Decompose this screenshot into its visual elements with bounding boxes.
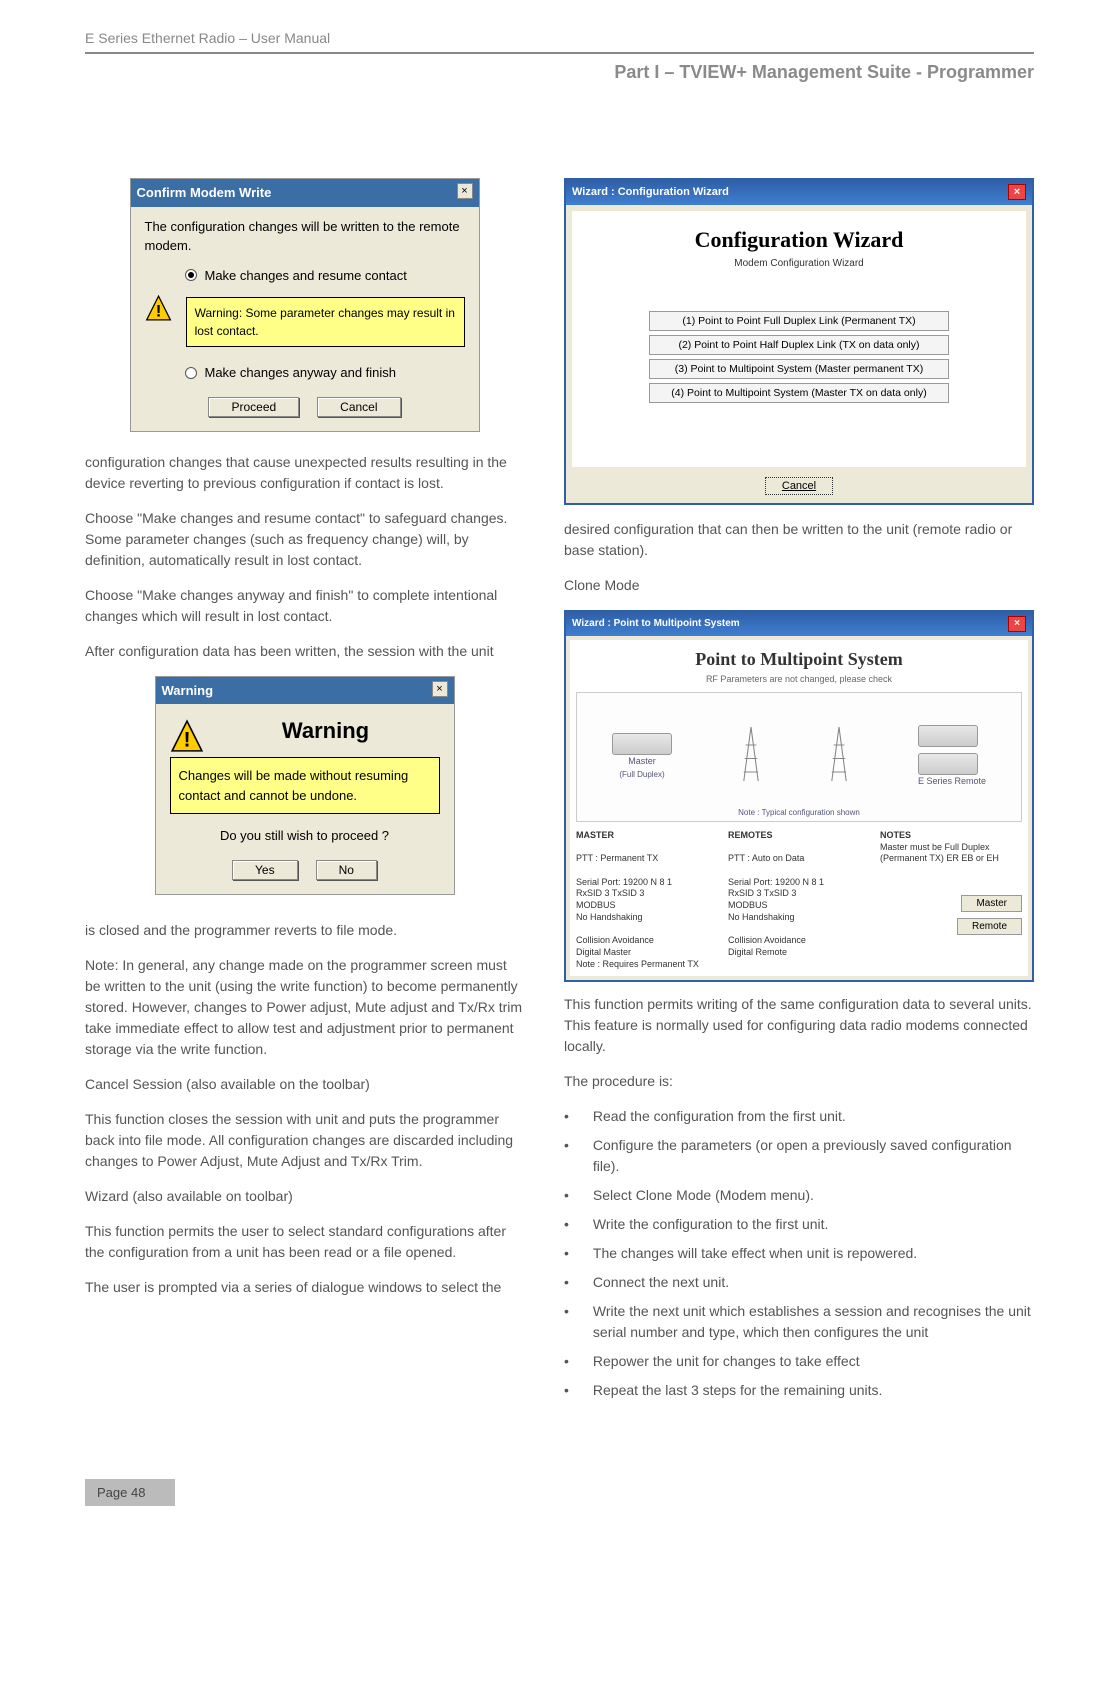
titlebar: Wizard : Point to Multipoint System × [566,612,1032,636]
body-text: This function permits the user to select… [85,1221,524,1263]
no-button[interactable]: No [316,860,377,880]
tower-icon [830,727,848,787]
diagram-note: Note : Typical configuration shown [577,807,1021,819]
confirm-text: The configuration changes will be writte… [145,217,465,256]
dialog-title: Wizard : Configuration Wizard [572,184,729,201]
ptmp-heading: Point to Multipoint System [576,646,1022,673]
list-item: Connect the next unit. [564,1272,1034,1293]
radio-anyway-finish[interactable]: Make changes anyway and finish [185,363,465,383]
close-icon[interactable]: × [1008,616,1026,632]
close-icon[interactable]: × [1008,184,1026,200]
wizard-subheading: Modem Configuration Wizard [582,256,1016,271]
body-text: This function closes the session with un… [85,1109,524,1172]
subheading: Cancel Session (also available on the to… [85,1074,524,1095]
wizard-heading: Configuration Wizard [582,223,1016,256]
warning-heading: Warning [212,714,440,747]
warning-icon: ! [145,291,172,325]
radio-resume-contact[interactable]: Make changes and resume contact [185,266,465,286]
notes-info-column: NOTES Master must be Full Duplex (Perman… [880,830,1022,970]
proceed-button[interactable]: Proceed [208,397,299,417]
confirm-modem-write-dialog: Confirm Modem Write × The configuration … [130,178,480,432]
body-text: Note: In general, any change made on the… [85,955,524,1060]
warning-message: Changes will be made without resuming co… [170,757,440,814]
remotes-info-column: REMOTES PTT : Auto on Data Serial Port: … [728,830,870,970]
procedure-list: Read the configuration from the first un… [564,1106,1034,1401]
diagram-label: (Full Duplex) [612,769,672,781]
close-icon[interactable]: × [457,183,473,199]
dialog-title: Warning [162,681,214,701]
list-item: Configure the parameters (or open a prev… [564,1135,1034,1177]
page-number: Page 48 [85,1479,175,1506]
list-item: Write the next unit which establishes a … [564,1301,1034,1343]
list-item: The changes will take effect when unit i… [564,1243,1034,1264]
section-header: Part I – TVIEW+ Management Suite - Progr… [85,62,1034,83]
dialog-title: Confirm Modem Write [137,183,272,203]
titlebar: Confirm Modem Write × [131,179,479,207]
subheading: Wizard (also available on toolbar) [85,1186,524,1207]
warning-dialog: Warning × ! Warning Changes will be made… [155,676,455,895]
warning-question: Do you still wish to proceed ? [170,826,440,846]
remote-button[interactable]: Remote [957,918,1022,935]
master-info-column: MASTER PTT : Permanent TX Serial Port: 1… [576,830,718,970]
cancel-button[interactable]: Cancel [317,397,400,417]
subheading: Clone Mode [564,575,1034,596]
close-icon[interactable]: × [432,681,448,697]
warning-icon: ! [170,719,204,753]
list-item: Read the configuration from the first un… [564,1106,1034,1127]
ptmp-subheading: RF Parameters are not changed, please ch… [576,673,1022,687]
titlebar: Wizard : Configuration Wizard × [566,180,1032,205]
svg-text:!: ! [183,727,190,751]
right-column: Wizard : Configuration Wizard × Configur… [564,178,1034,1409]
list-item: Select Clone Mode (Modem menu). [564,1185,1034,1206]
radio-icon [185,367,197,379]
list-item: Write the configuration to the first uni… [564,1214,1034,1235]
master-modem-icon [612,733,672,755]
diagram-label: E Series Remote [918,775,986,789]
ptmp-dialog: Wizard : Point to Multipoint System × Po… [564,610,1034,983]
body-text: This function permits writing of the sam… [564,994,1034,1057]
list-item: Repower the unit for changes to take eff… [564,1351,1034,1372]
body-text: After configuration data has been writte… [85,641,524,662]
body-text: configuration changes that cause unexpec… [85,452,524,494]
doc-header: E Series Ethernet Radio – User Manual [85,30,1034,54]
wizard-option-1[interactable]: (1) Point to Point Full Duplex Link (Per… [649,311,949,331]
dialog-title: Wizard : Point to Multipoint System [572,616,740,632]
remote-modem-icon [918,753,978,775]
wizard-option-2[interactable]: (2) Point to Point Half Duplex Link (TX … [649,335,949,355]
wizard-option-3[interactable]: (3) Point to Multipoint System (Master p… [649,359,949,379]
diagram-label: Master [612,755,672,769]
radio-icon [185,269,197,281]
svg-text:!: ! [155,301,161,320]
yes-button[interactable]: Yes [232,860,298,880]
body-text: Choose "Make changes and resume contact"… [85,508,524,571]
body-text: The procedure is: [564,1071,1034,1092]
remote-modem-icon [918,725,978,747]
ptmp-diagram: Master (Full Duplex) E Series Remote Not… [576,692,1022,822]
radio-label: Make changes anyway and finish [205,363,397,383]
tower-icon [742,727,760,787]
wizard-option-4[interactable]: (4) Point to Multipoint System (Master T… [649,383,949,403]
master-button[interactable]: Master [961,895,1022,912]
warning-highlight: Warning: Some parameter changes may resu… [186,297,465,347]
cancel-button[interactable]: Cancel [765,477,833,495]
body-text: Choose "Make changes anyway and finish" … [85,585,524,627]
body-text: The user is prompted via a series of dia… [85,1277,524,1298]
titlebar: Warning × [156,677,454,705]
config-wizard-dialog: Wizard : Configuration Wizard × Configur… [564,178,1034,505]
body-text: desired configuration that can then be w… [564,519,1034,561]
left-column: Confirm Modem Write × The configuration … [85,178,524,1409]
body-text: is closed and the programmer reverts to … [85,920,524,941]
list-item: Repeat the last 3 steps for the remainin… [564,1380,1034,1401]
radio-label: Make changes and resume contact [205,266,407,286]
